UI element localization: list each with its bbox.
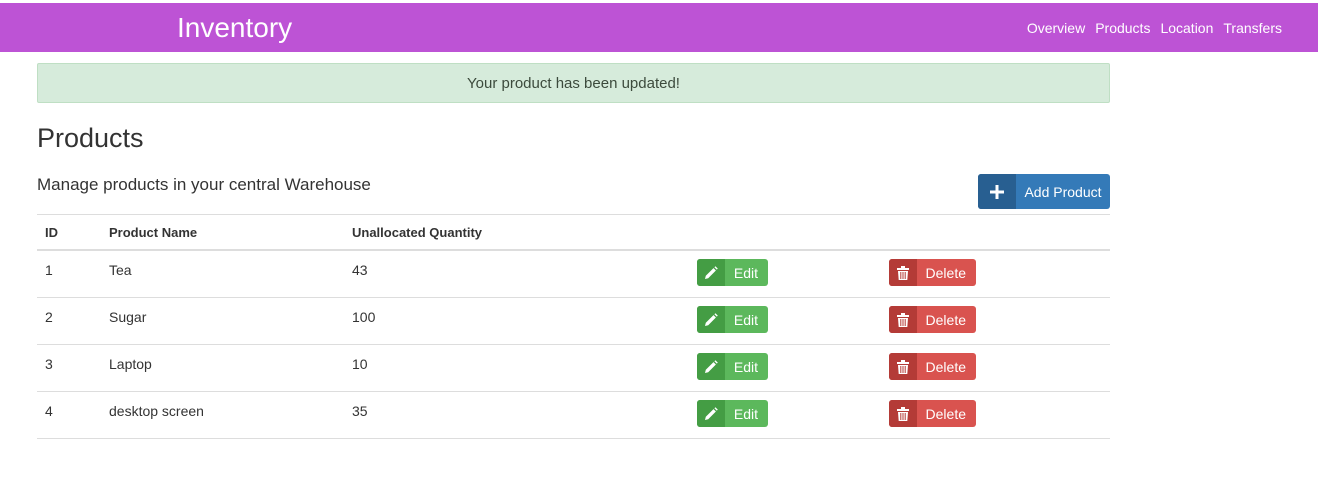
- delete-button[interactable]: Delete: [889, 259, 976, 286]
- cell-product-name: Sugar: [101, 297, 344, 345]
- delete-label: Delete: [925, 311, 966, 328]
- delete-button[interactable]: Delete: [889, 400, 976, 427]
- edit-label: Edit: [733, 358, 758, 375]
- nav-links: Overview Products Location Transfers: [1027, 19, 1282, 37]
- delete-button[interactable]: Delete: [889, 353, 976, 380]
- table-row: 3 Laptop 10 Edit Delete: [37, 344, 1110, 392]
- trash-icon: [889, 306, 917, 333]
- page-title: Products: [37, 123, 144, 153]
- cell-edit: Edit: [689, 250, 881, 298]
- cell-quantity: 10: [344, 344, 689, 392]
- delete-label: Delete: [925, 358, 966, 375]
- delete-label: Delete: [925, 405, 966, 422]
- cell-delete: Delete: [881, 391, 1110, 439]
- alert-message: Your product has been updated!: [467, 74, 680, 92]
- edit-button[interactable]: Edit: [697, 306, 768, 333]
- cell-product-name: desktop screen: [101, 391, 344, 439]
- edit-label: Edit: [733, 264, 758, 281]
- delete-label: Delete: [925, 264, 966, 281]
- edit-label: Edit: [733, 405, 758, 422]
- add-product-label: Add Product: [1024, 183, 1102, 200]
- header-edit: [689, 214, 881, 251]
- cell-edit: Edit: [689, 297, 881, 345]
- nav-location[interactable]: Location: [1160, 19, 1213, 37]
- success-alert: Your product has been updated!: [37, 63, 1110, 103]
- products-table: ID Product Name Unallocated Quantity 1 T…: [37, 214, 1110, 439]
- edit-button[interactable]: Edit: [697, 259, 768, 286]
- brand[interactable]: Inventory: [177, 12, 292, 44]
- pencil-icon: [697, 306, 725, 333]
- pencil-icon: [697, 400, 725, 427]
- page-subtitle: Manage products in your central Warehous…: [37, 175, 371, 194]
- table-row: 2 Sugar 100 Edit Delete: [37, 297, 1110, 345]
- header-product-name: Product Name: [101, 214, 344, 251]
- cell-id: 4: [37, 391, 101, 439]
- cell-quantity: 100: [344, 297, 689, 345]
- cell-edit: Edit: [689, 391, 881, 439]
- cell-quantity: 43: [344, 250, 689, 298]
- cell-delete: Delete: [881, 250, 1110, 298]
- cell-delete: Delete: [881, 344, 1110, 392]
- edit-button[interactable]: Edit: [697, 353, 768, 380]
- edit-label: Edit: [733, 311, 758, 328]
- cell-quantity: 35: [344, 391, 689, 439]
- trash-icon: [889, 353, 917, 380]
- table-header-row: ID Product Name Unallocated Quantity: [37, 214, 1110, 251]
- nav-overview[interactable]: Overview: [1027, 19, 1085, 37]
- cell-product-name: Tea: [101, 250, 344, 298]
- cell-id: 2: [37, 297, 101, 345]
- cell-delete: Delete: [881, 297, 1110, 345]
- trash-icon: [889, 259, 917, 286]
- nav-transfers[interactable]: Transfers: [1223, 19, 1282, 37]
- pencil-icon: [697, 353, 725, 380]
- table-row: 1 Tea 43 Edit Delete: [37, 250, 1110, 298]
- navbar: Inventory Overview Products Location Tra…: [0, 3, 1318, 52]
- nav-products[interactable]: Products: [1095, 19, 1150, 37]
- header-id: ID: [37, 214, 101, 251]
- edit-button[interactable]: Edit: [697, 400, 768, 427]
- cell-id: 1: [37, 250, 101, 298]
- plus-icon: [978, 174, 1016, 209]
- table-row: 4 desktop screen 35 Edit Delete: [37, 391, 1110, 439]
- header-delete: [881, 214, 1110, 251]
- delete-button[interactable]: Delete: [889, 306, 976, 333]
- pencil-icon: [697, 259, 725, 286]
- cell-product-name: Laptop: [101, 344, 344, 392]
- add-product-button[interactable]: Add Product: [978, 174, 1110, 209]
- cell-edit: Edit: [689, 344, 881, 392]
- trash-icon: [889, 400, 917, 427]
- cell-id: 3: [37, 344, 101, 392]
- header-unallocated-quantity: Unallocated Quantity: [344, 214, 689, 251]
